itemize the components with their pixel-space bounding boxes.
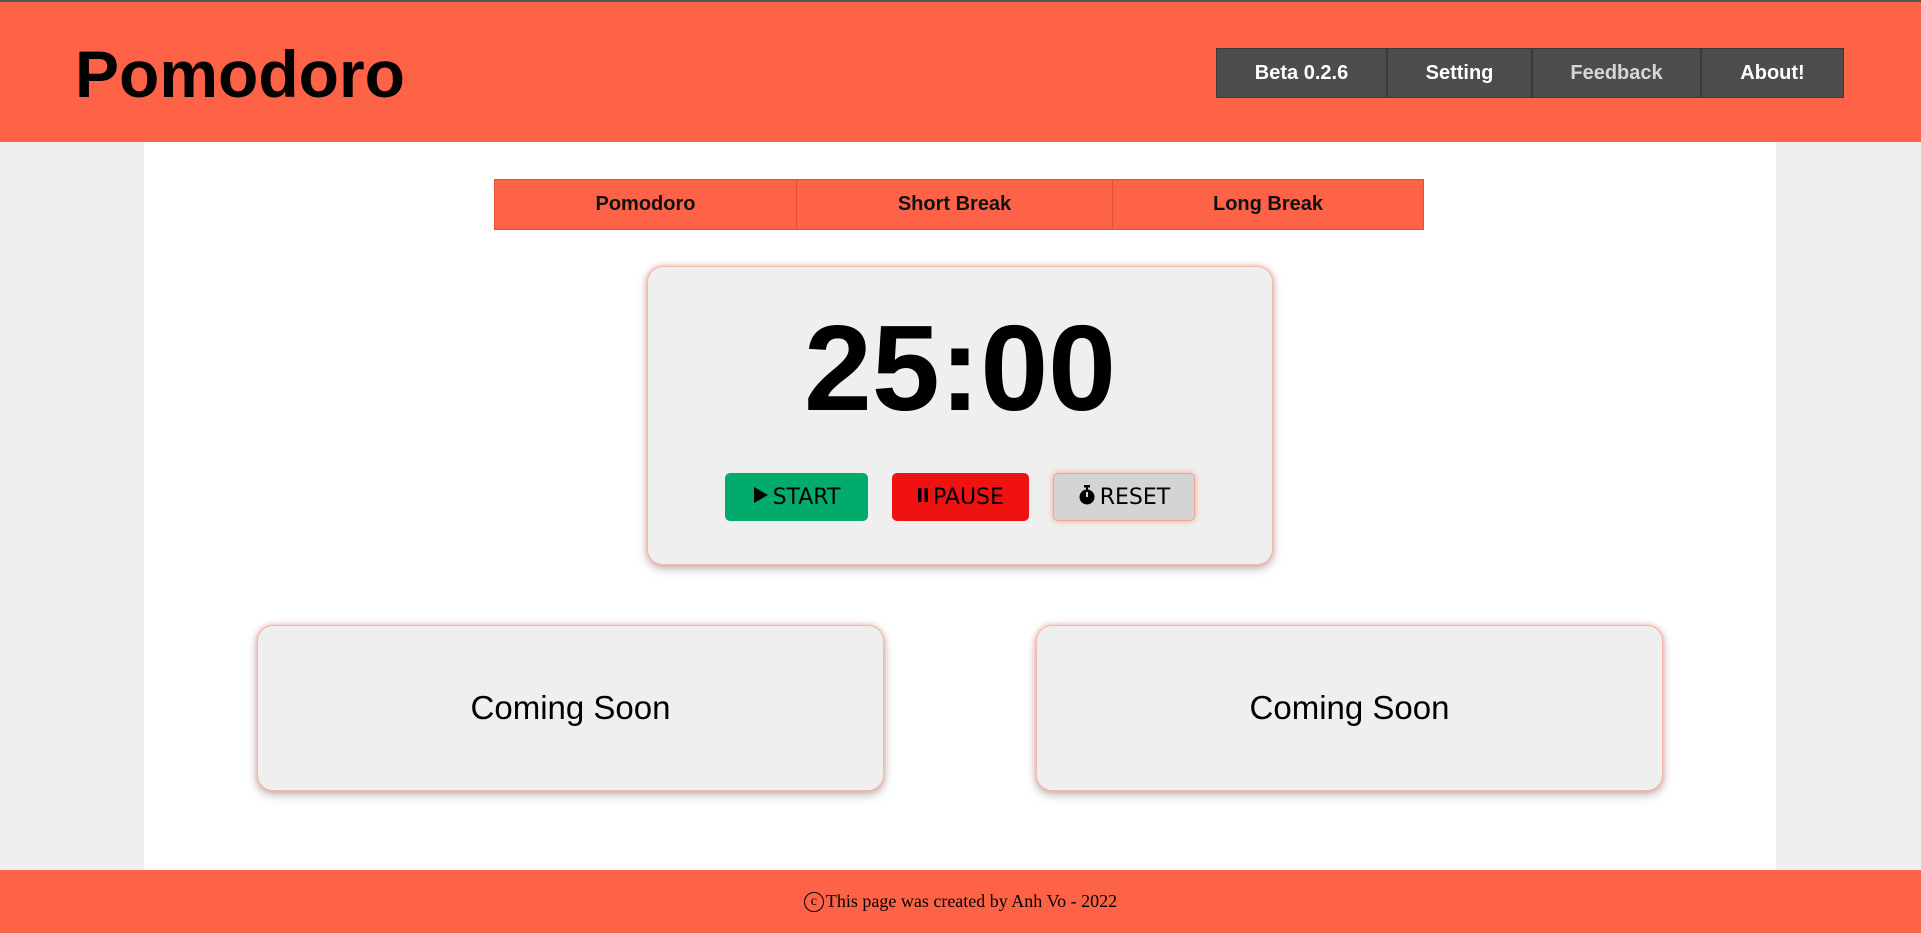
app-title: Pomodoro xyxy=(75,37,405,111)
mode-tabs: Pomodoro Short Break Long Break xyxy=(494,179,1424,230)
tab-long-break[interactable]: Long Break xyxy=(1113,180,1423,229)
footer-text: This page was created by Anh Vo - 2022 xyxy=(825,891,1118,911)
tab-short-break[interactable]: Short Break xyxy=(797,180,1113,229)
stopwatch-icon xyxy=(1078,484,1096,510)
reset-button[interactable]: RESET xyxy=(1053,473,1195,521)
timer-display: 25:00 xyxy=(803,300,1117,436)
top-nav: Beta 0.2.6 Setting Feedback About! xyxy=(1216,48,1844,98)
coming-soon-label: Coming Soon xyxy=(1249,689,1450,726)
start-label: START xyxy=(772,484,841,510)
play-icon xyxy=(753,486,769,509)
nav-feedback[interactable]: Feedback xyxy=(1533,49,1702,97)
start-button[interactable]: START xyxy=(725,473,868,521)
page-footer: c This page was created by Anh Vo - 2022 xyxy=(0,870,1921,933)
copyright-icon: c xyxy=(803,891,824,912)
main-content: Pomodoro Short Break Long Break 25:00 ST… xyxy=(144,142,1776,870)
nav-beta-version[interactable]: Beta 0.2.6 xyxy=(1217,49,1388,97)
reset-label: RESET xyxy=(1099,484,1171,510)
coming-soon-label: Coming Soon xyxy=(470,689,671,726)
pause-icon xyxy=(917,487,929,508)
tab-pomodoro[interactable]: Pomodoro xyxy=(495,180,797,229)
timer-card: 25:00 START PAUSE RESET xyxy=(647,266,1273,565)
pause-label: PAUSE xyxy=(933,484,1004,510)
pause-button[interactable]: PAUSE xyxy=(892,473,1029,521)
app-header: Pomodoro Beta 0.2.6 Setting Feedback Abo… xyxy=(0,0,1921,142)
nav-about[interactable]: About! xyxy=(1702,49,1843,97)
coming-soon-card-right: Coming Soon xyxy=(1036,625,1663,791)
coming-soon-card-left: Coming Soon xyxy=(257,625,884,791)
nav-setting[interactable]: Setting xyxy=(1388,49,1533,97)
